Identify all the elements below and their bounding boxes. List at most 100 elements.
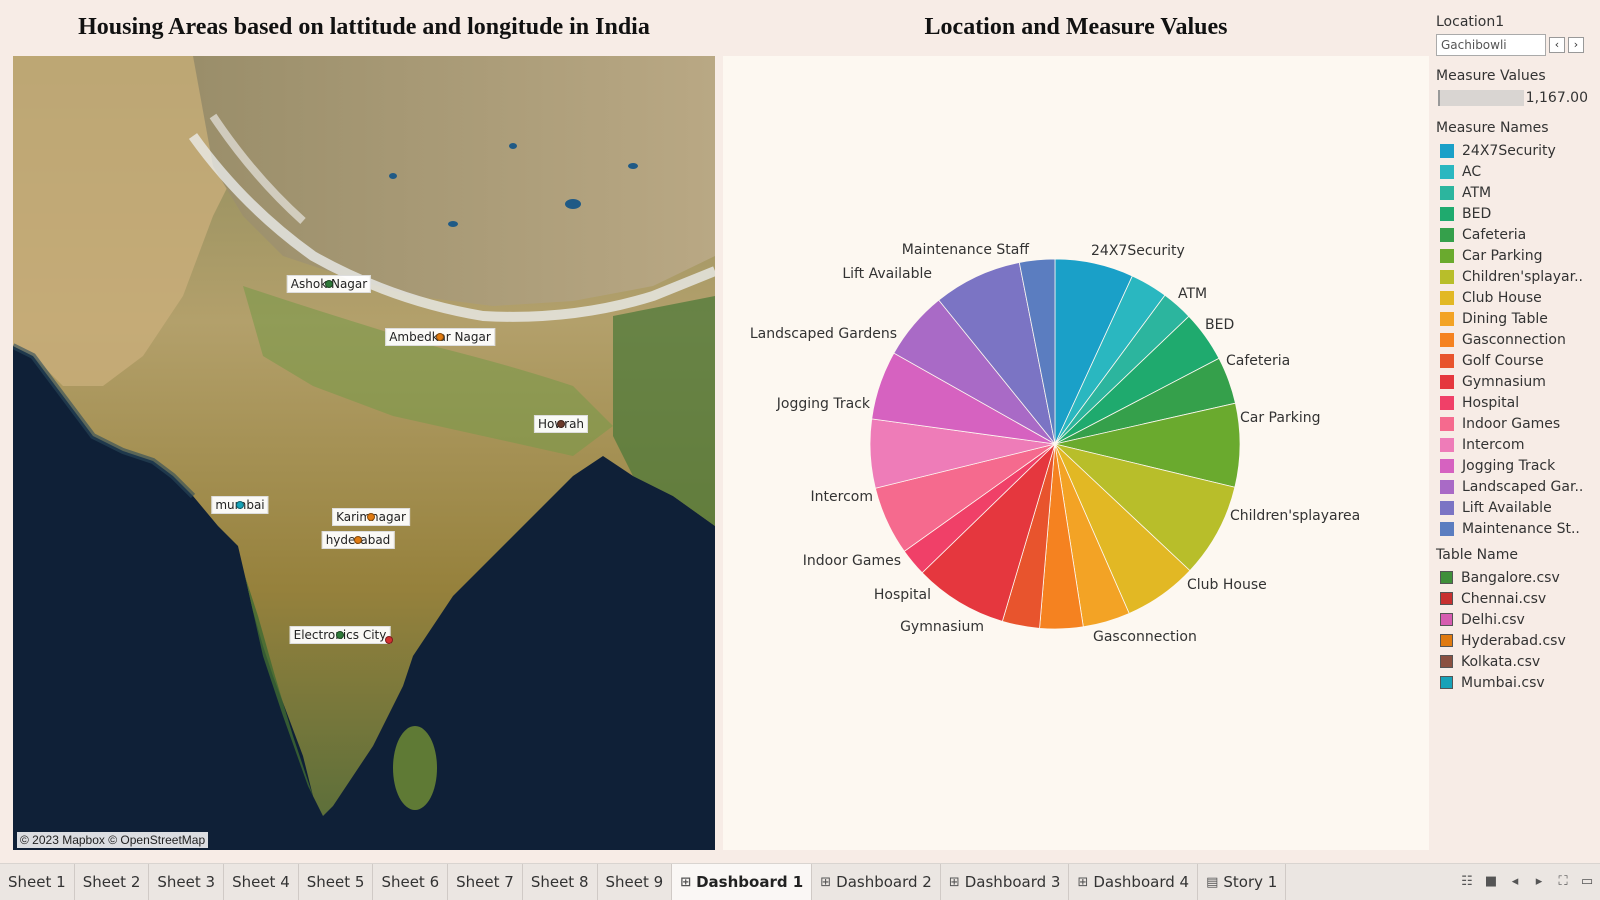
tab-sheet-8[interactable]: Sheet 8: [523, 864, 598, 900]
tab-dashboard-4[interactable]: ⊞ Dashboard 4: [1069, 864, 1199, 900]
legend-item[interactable]: Gasconnection: [1436, 329, 1600, 350]
legend-item[interactable]: BED: [1436, 203, 1600, 224]
legend-item[interactable]: Cafeteria: [1436, 224, 1600, 245]
map-location-marker[interactable]: [436, 333, 444, 341]
legend-swatch: [1440, 655, 1453, 668]
tab-label: Sheet 5: [306, 873, 365, 891]
table-name-legend: Bangalore.csv Chennai.csv Delhi.csv Hyderab…: [1436, 567, 1600, 693]
tab-label: Sheet 7: [456, 873, 514, 891]
pie-slice-label: Children'splayarea: [1230, 508, 1360, 524]
legend-item[interactable]: Maintenance St..: [1436, 518, 1600, 539]
legend-swatch: [1440, 311, 1454, 326]
pie-slice-label: Jogging Track: [776, 396, 871, 412]
legend-swatch: [1440, 353, 1454, 368]
next-icon[interactable]: ▸: [1532, 874, 1546, 889]
tab-sheet-6[interactable]: Sheet 6: [373, 864, 449, 900]
legend-item[interactable]: Car Parking: [1436, 245, 1600, 266]
chevron-left-icon[interactable]: ‹: [1549, 37, 1565, 53]
legend-panel: Location1 ‹ › Measure Values 1,167.00 Me…: [1436, 14, 1600, 693]
legend-label: Golf Course: [1462, 352, 1544, 369]
tab-label: Sheet 4: [232, 873, 290, 891]
legend-swatch: [1440, 634, 1453, 647]
map-attribution[interactable]: © 2023 Mapbox © OpenStreetMap: [17, 832, 209, 848]
legend-item[interactable]: Hyderabad.csv: [1436, 630, 1600, 651]
map-location-marker[interactable]: [354, 536, 362, 544]
tab-label: Sheet 9: [605, 873, 664, 891]
tab-label: Sheet 1: [8, 873, 66, 891]
legend-item[interactable]: AC: [1436, 161, 1600, 182]
dashboard-icon: ⊞: [948, 874, 960, 890]
legend-item[interactable]: Lift Available: [1436, 497, 1600, 518]
tab-label: Sheet 3: [157, 873, 216, 891]
map-location-marker[interactable]: [367, 513, 375, 521]
legend-item[interactable]: Club House: [1436, 287, 1600, 308]
map-view[interactable]: Ashok NagarAmbedkar NagarHowrahmumbaiKar…: [13, 56, 715, 850]
legend-label: Gasconnection: [1462, 331, 1566, 348]
legend-swatch: [1440, 458, 1454, 473]
legend-item[interactable]: Intercom: [1436, 434, 1600, 455]
pie-slice-label: Hospital: [874, 587, 931, 603]
present-icon[interactable]: ▭: [1580, 874, 1594, 889]
prev-icon[interactable]: ◂: [1508, 874, 1522, 889]
legend-item[interactable]: Bangalore.csv: [1436, 567, 1600, 588]
tab-sheet-1[interactable]: Sheet 1: [0, 864, 75, 900]
legend-item[interactable]: Mumbai.csv: [1436, 672, 1600, 693]
legend-label: Dining Table: [1462, 310, 1548, 327]
location-filter-input[interactable]: [1436, 34, 1546, 56]
tab-dashboard-3[interactable]: ⊞ Dashboard 3: [941, 864, 1070, 900]
chevron-right-icon[interactable]: ›: [1568, 37, 1584, 53]
legend-swatch: [1440, 227, 1454, 242]
tab-label: Story 1: [1223, 873, 1278, 891]
tab-dashboard-1[interactable]: ⊞ Dashboard 1: [672, 864, 813, 900]
legend-item[interactable]: Jogging Track: [1436, 455, 1600, 476]
legend-item[interactable]: Golf Course: [1436, 350, 1600, 371]
pie-slice-label: ATM: [1178, 286, 1207, 302]
map-location-marker[interactable]: [385, 636, 393, 644]
legend-item[interactable]: Hospital: [1436, 392, 1600, 413]
pie-slice-label: Cafeteria: [1226, 353, 1290, 369]
tab-sheet-3[interactable]: Sheet 3: [149, 864, 225, 900]
legend-item[interactable]: Dining Table: [1436, 308, 1600, 329]
legend-item[interactable]: Delhi.csv: [1436, 609, 1600, 630]
filmstrip-icon[interactable]: ■: [1484, 874, 1498, 889]
pie-title: Location and Measure Values: [924, 14, 1228, 40]
map-location-marker[interactable]: [325, 280, 333, 288]
pie-slice-label: 24X7Security: [1091, 243, 1185, 259]
dashboard-icon: ⊞: [1077, 874, 1089, 890]
pie-slice-label: Lift Available: [842, 266, 932, 282]
legend-item[interactable]: Landscaped Gar..: [1436, 476, 1600, 497]
map-location-marker[interactable]: [557, 420, 565, 428]
legend-item[interactable]: Gymnasium: [1436, 371, 1600, 392]
legend-swatch: [1440, 676, 1453, 689]
tab-sheet-9[interactable]: Sheet 9: [598, 864, 673, 900]
tab-controls: ☷ ■ ◂ ▸ ⛶ ▭: [1460, 874, 1594, 889]
legend-item[interactable]: Kolkata.csv: [1436, 651, 1600, 672]
legend-swatch: [1440, 164, 1454, 179]
tab-label: Dashboard 2: [836, 873, 932, 891]
legend-swatch: [1440, 332, 1454, 347]
map-location-marker[interactable]: [336, 631, 344, 639]
legend-item[interactable]: ATM: [1436, 182, 1600, 203]
location-filter: ‹ ›: [1436, 34, 1600, 56]
legend-item[interactable]: Indoor Games: [1436, 413, 1600, 434]
measure-values-range[interactable]: 1,167.00: [1436, 88, 1588, 108]
grid-view-icon[interactable]: ☷: [1460, 874, 1474, 889]
tab-label: Dashboard 3: [964, 873, 1061, 891]
legend-swatch: [1440, 395, 1454, 410]
legend-item[interactable]: Chennai.csv: [1436, 588, 1600, 609]
pie-chart[interactable]: 24X7Security ATM BED Cafeteria Car Parking Ch…: [723, 56, 1429, 850]
map-location-marker[interactable]: [236, 501, 244, 509]
tab-sheet-7[interactable]: Sheet 7: [448, 864, 523, 900]
tab-story-1[interactable]: ▤ Story 1: [1198, 864, 1287, 900]
tab-sheet-5[interactable]: Sheet 5: [299, 864, 374, 900]
legend-item[interactable]: Children'splayar..: [1436, 266, 1600, 287]
table-name-heading: Table Name: [1436, 547, 1518, 563]
fullscreen-icon[interactable]: ⛶: [1556, 874, 1570, 889]
tab-dashboard-2[interactable]: ⊞ Dashboard 2: [812, 864, 941, 900]
legend-swatch: [1440, 290, 1454, 305]
legend-item[interactable]: 24X7Security: [1436, 140, 1600, 161]
measure-values-text: 1,167.00: [1525, 90, 1588, 106]
tab-sheet-2[interactable]: Sheet 2: [75, 864, 150, 900]
pie-slice-label: BED: [1205, 317, 1234, 333]
tab-sheet-4[interactable]: Sheet 4: [224, 864, 299, 900]
